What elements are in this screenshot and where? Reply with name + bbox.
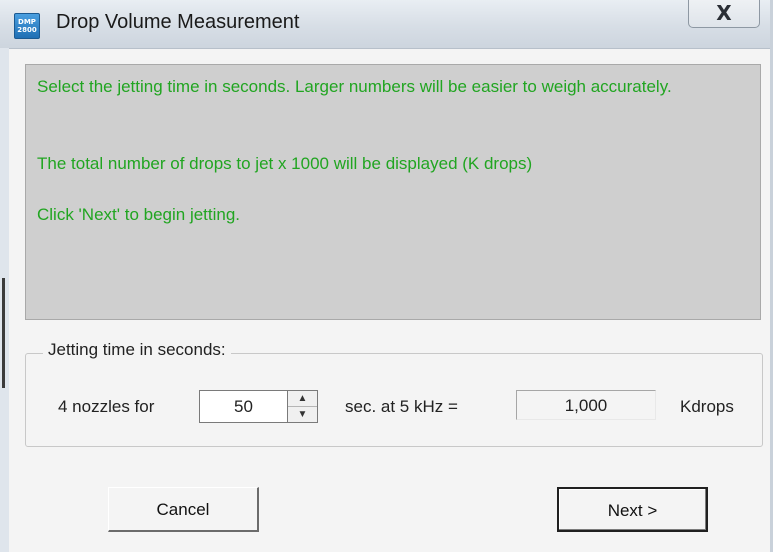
instruction-line-2: The total number of drops to jet x 1000 … [37,154,533,173]
seconds-input[interactable]: 50 [199,390,287,423]
spin-up-icon[interactable]: ▲ [288,391,317,407]
cancel-button[interactable]: Cancel [108,487,259,532]
spin-down-icon[interactable]: ▼ [288,407,317,422]
title-bar: DMP 2800 Drop Volume Measurement X [0,0,773,49]
app-icon: DMP 2800 [14,13,40,39]
next-button[interactable]: Next > [557,487,708,532]
instructions-panel: Select the jetting time in seconds. Larg… [25,64,761,320]
close-icon: X [716,1,732,25]
window-title: Drop Volume Measurement [56,11,300,33]
window-border-left [0,48,9,552]
seconds-spinner: ▲ ▼ [287,390,318,423]
nozzles-label: 4 nozzles for [58,397,155,416]
kdrops-unit-label: Kdrops [680,397,734,416]
instruction-line-1: Select the jetting time in seconds. Larg… [37,77,672,96]
jetting-time-group-label: Jetting time in seconds: [43,340,231,360]
close-button[interactable]: X [688,0,760,28]
frequency-label: sec. at 5 kHz = [345,397,458,416]
background-edge [2,278,5,388]
instruction-line-3: Click 'Next' to begin jetting. [37,205,241,224]
kdrops-readout: 1,000 [516,390,656,420]
